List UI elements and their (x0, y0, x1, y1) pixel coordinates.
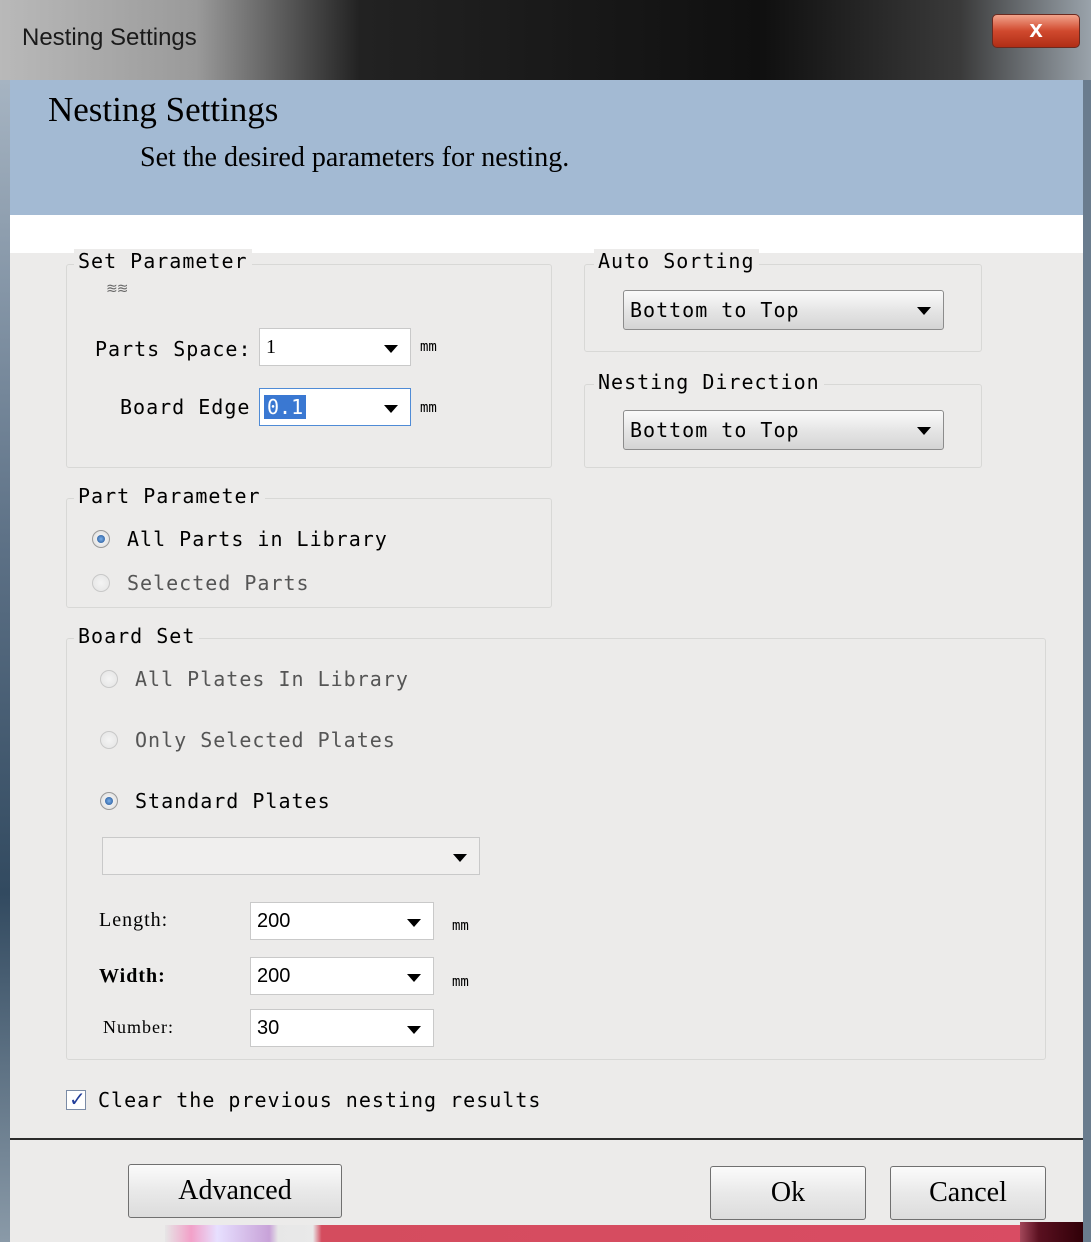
number-combobox[interactable]: 30 (250, 1009, 434, 1047)
board-edge-value[interactable]: 0.1 (264, 395, 307, 419)
clear-results-checkbox[interactable]: ✓ (66, 1087, 86, 1111)
auto-sorting-value: Bottom to Top (630, 298, 800, 322)
part-parameter-legend: Part Parameter (74, 484, 265, 508)
dropdown-arrow-icon[interactable] (453, 854, 467, 862)
all-parts-radio[interactable] (92, 530, 110, 548)
dialog-body: Nesting Settings Set the desired paramet… (10, 80, 1083, 1242)
header-separator (10, 215, 1083, 253)
all-parts-label[interactable]: All Parts in Library (127, 527, 388, 551)
board-edge-unit: mm (420, 400, 437, 416)
length-value: 200 (257, 910, 291, 932)
nesting-direction-legend: Nesting Direction (594, 370, 824, 394)
nesting-direction-value: Bottom to Top (630, 418, 800, 442)
set-parameter-group (66, 264, 552, 468)
standard-plates-radio[interactable] (100, 792, 118, 810)
parts-space-combobox[interactable]: 1 (259, 328, 411, 366)
dropdown-arrow-icon[interactable] (917, 307, 931, 315)
auto-sorting-legend: Auto Sorting (594, 249, 759, 273)
footer-divider (10, 1138, 1083, 1140)
width-label: Width: (99, 965, 166, 987)
width-unit: mm (452, 974, 469, 990)
selected-parts-label[interactable]: Selected Parts (127, 571, 310, 595)
dialog-header: Nesting Settings Set the desired paramet… (10, 80, 1083, 215)
board-set-legend: Board Set (74, 624, 200, 648)
only-selected-plates-label[interactable]: Only Selected Plates (135, 728, 396, 752)
window-title: Nesting Settings (22, 24, 197, 51)
standard-plates-label[interactable]: Standard Plates (135, 789, 331, 813)
all-plates-label[interactable]: All Plates In Library (135, 667, 409, 691)
dropdown-arrow-icon[interactable] (384, 405, 398, 413)
set-parameter-legend: Set Parameter (74, 249, 252, 273)
cancel-button[interactable]: Cancel (890, 1166, 1046, 1220)
board-edge-combobox[interactable]: 0.1 (259, 388, 411, 426)
advanced-button[interactable]: Advanced (128, 1164, 342, 1218)
dropdown-arrow-icon[interactable] (384, 345, 398, 353)
window-frame-right (1083, 80, 1091, 1242)
number-value: 30 (257, 1017, 280, 1039)
header-title: Nesting Settings (48, 90, 279, 129)
header-subtitle: Set the desired parameters for nesting. (140, 142, 570, 173)
auto-sorting-select[interactable]: Bottom to Top (623, 290, 944, 330)
window-titlebar: Nesting Settings x (0, 0, 1091, 80)
number-label: Number: (103, 1017, 174, 1037)
render-artifact-corner (1020, 1222, 1083, 1242)
window-frame-left (0, 80, 10, 1242)
dropdown-arrow-icon[interactable] (407, 1026, 421, 1034)
length-label: Length: (99, 909, 169, 931)
dropdown-arrow-icon[interactable] (407, 974, 421, 982)
render-artifact-glyph: ≋≋ (106, 281, 128, 297)
dropdown-arrow-icon[interactable] (407, 919, 421, 927)
render-artifact-strip (165, 1225, 1035, 1242)
standard-plate-select[interactable] (102, 837, 480, 875)
close-icon: x (1029, 16, 1043, 43)
width-combobox[interactable]: 200 (250, 957, 434, 995)
width-value: 200 (257, 965, 291, 987)
dropdown-arrow-icon[interactable] (917, 427, 931, 435)
parts-space-label: Parts Space: (95, 337, 252, 361)
length-combobox[interactable]: 200 (250, 902, 434, 940)
length-unit: mm (452, 918, 469, 934)
clear-results-label[interactable]: Clear the previous nesting results (98, 1088, 541, 1112)
nesting-direction-select[interactable]: Bottom to Top (623, 410, 944, 450)
board-edge-label: Board Edge (120, 395, 251, 419)
parts-space-value: 1 (266, 336, 276, 358)
ok-button[interactable]: Ok (710, 1166, 866, 1220)
selected-parts-radio[interactable] (92, 574, 110, 592)
parts-space-unit: mm (420, 339, 437, 355)
all-plates-radio[interactable] (100, 670, 118, 688)
close-button[interactable]: x (992, 14, 1080, 48)
only-selected-plates-radio[interactable] (100, 731, 118, 749)
checkbox-check-icon: ✓ (69, 1087, 86, 1111)
